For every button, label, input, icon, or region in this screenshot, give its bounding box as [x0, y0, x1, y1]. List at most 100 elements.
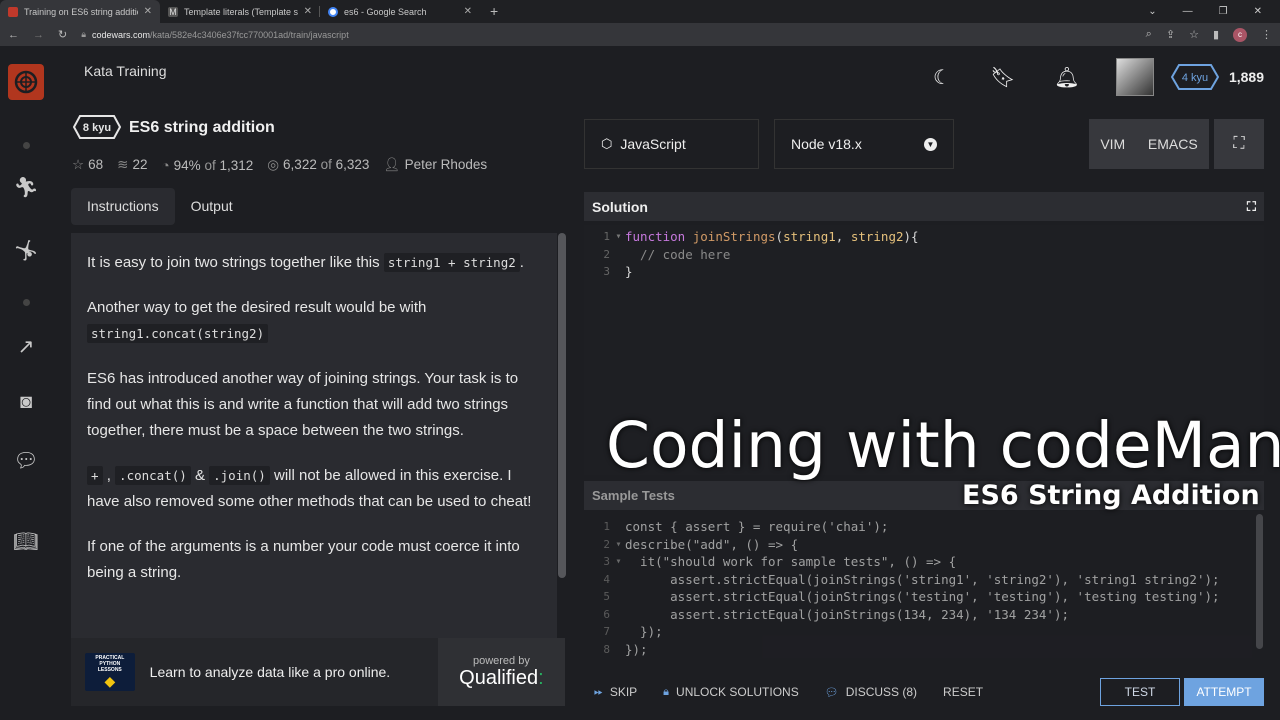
skip-button[interactable]: ⏩︎ SKIP: [594, 685, 637, 699]
forward-icon[interactable]: →: [33, 29, 44, 41]
dark-mode-moon-icon[interactable]: ☾: [926, 65, 958, 90]
browser-tab-3[interactable]: es6 - Google Search ✕: [320, 0, 480, 23]
notifications-bell-icon[interactable]: 🔔︎: [1051, 65, 1083, 90]
url-path: /kata/582e4c3406e37fcc770001ad/train/jav…: [150, 29, 349, 40]
sample-tests-editor[interactable]: 1 const { assert } = require('chai'); 2 ▾ de…: [584, 518, 1252, 658]
back-icon[interactable]: ←: [8, 29, 19, 41]
inline-code: .join(): [209, 466, 270, 485]
tab-title: es6 - Google Search: [344, 6, 427, 17]
leaderboard-trend-icon[interactable]: ↗: [18, 334, 35, 359]
menu-kebab-icon[interactable]: ⋮: [1261, 28, 1272, 41]
forum-chat-icon[interactable]: 💬︎: [13, 448, 38, 473]
unlock-solutions-button[interactable]: 🔒︎ UNLOCK SOLUTIONS: [663, 685, 799, 699]
punct: ){: [903, 229, 919, 244]
python-lessons-thumbnail: PRACTICAL PYTHON LESSONS ◆: [85, 653, 135, 691]
url-field[interactable]: 🔒︎ codewars.com/kata/582e4c3406e37fcc770…: [81, 29, 348, 40]
line-number: 3: [603, 265, 610, 278]
param: string2: [850, 229, 904, 244]
user-avatar[interactable]: [1115, 58, 1154, 96]
test-code-text: assert.strictEqual(joinStrings('testing'…: [625, 589, 1220, 604]
docs-book-icon[interactable]: 📖︎: [13, 529, 38, 554]
python-logo-icon: ◆: [104, 672, 116, 689]
unlock-label: UNLOCK SOLUTIONS: [676, 685, 799, 699]
share-icon[interactable]: ⇪: [1166, 28, 1175, 41]
author-stat[interactable]: 👤︎ Peter Rhodes: [383, 157, 487, 173]
vim-mode-button[interactable]: VIM: [1100, 136, 1125, 152]
attempt-button[interactable]: ATTEMPT: [1184, 678, 1264, 706]
fold-icon[interactable]: [612, 571, 625, 589]
codewars-logo[interactable]: [8, 64, 44, 100]
instructions-scrollbar[interactable]: [558, 233, 566, 578]
line-number: 5: [603, 590, 610, 603]
browser-tab-2[interactable]: M Template literals (Template string ✕: [160, 0, 320, 23]
test-code-line: 7 });: [584, 623, 1252, 641]
function-name: joinStrings: [692, 229, 776, 244]
test-code-line: 4 assert.strictEqual(joinStrings('string…: [584, 571, 1252, 589]
expand-editor-icon[interactable]: ⛶: [1247, 199, 1256, 215]
training-nav-icon[interactable]: 🏃︎: [13, 175, 38, 200]
satisfaction-votes: 1,312: [219, 157, 254, 173]
line-number: 2: [603, 247, 610, 261]
discord-icon[interactable]: ◙: [20, 391, 32, 414]
zoom-icon[interactable]: ⌕: [1146, 28, 1152, 41]
fold-icon[interactable]: [612, 623, 625, 641]
code-line: 3 }: [584, 263, 1264, 281]
line-number: 8: [603, 642, 610, 656]
bookmark-star-icon[interactable]: ☆: [1189, 28, 1199, 41]
close-tab-icon[interactable]: ✕: [464, 6, 472, 17]
satisfaction-stat[interactable]: ◔ 94% of 1,312: [161, 158, 253, 173]
practice-nav-icon[interactable]: 🤸︎: [13, 238, 38, 263]
stars-stat[interactable]: ☆ 68: [72, 157, 103, 173]
collections-stat[interactable]: ≋ 22: [117, 157, 147, 173]
minimize-icon[interactable]: —: [1183, 6, 1193, 17]
completed-count: 6,322: [283, 157, 317, 172]
tab-title: Template literals (Template string: [184, 6, 298, 17]
runtime-select[interactable]: Node v18.x ▼: [774, 119, 954, 169]
instruction-tabs: Instructions Output: [71, 188, 249, 225]
discuss-button[interactable]: 💬︎ DISCUSS (8): [825, 685, 917, 699]
test-code-text: it("should work for sample tests", () =>…: [625, 554, 957, 569]
browser-tab-1[interactable]: Training on ES6 string addition | ✕: [0, 0, 160, 23]
video-overlay-subtitle: ES6 String Addition: [962, 480, 1260, 511]
fold-icon[interactable]: [612, 641, 625, 659]
javascript-hex-icon: ⬡: [601, 136, 613, 151]
powered-by-label: powered by: [472, 654, 530, 667]
emacs-mode-button[interactable]: EMACS: [1148, 136, 1198, 152]
bookmarks-icon[interactable]: 🔖︎: [987, 65, 1019, 90]
text: &: [190, 467, 210, 484]
sidebar-icon[interactable]: ▮: [1213, 28, 1219, 41]
language-selector[interactable]: ⬡ JavaScript: [584, 119, 759, 169]
test-button[interactable]: TEST: [1100, 678, 1180, 706]
new-tab-button[interactable]: +: [480, 0, 508, 23]
fold-icon[interactable]: ▾: [612, 228, 625, 246]
reload-icon[interactable]: ↻: [58, 28, 67, 41]
promo-banner[interactable]: PRACTICAL PYTHON LESSONS ◆ Learn to anal…: [71, 638, 565, 706]
sample-tests-title: Sample Tests: [592, 488, 675, 503]
qualified-badge[interactable]: powered by Qualified:: [437, 638, 565, 706]
tab-output[interactable]: Output: [175, 188, 249, 225]
profile-avatar[interactable]: c: [1233, 27, 1247, 42]
test-code-text: assert.strictEqual(joinStrings(134, 234)…: [625, 606, 1070, 622]
test-code-line: 8});: [584, 641, 1252, 659]
fullscreen-button[interactable]: ⛶: [1214, 119, 1264, 169]
close-tab-icon[interactable]: ✕: [144, 6, 152, 17]
fold-icon[interactable]: [612, 606, 625, 624]
fold-icon[interactable]: [612, 588, 625, 606]
promo-text: Learn to analyze data like a pro online.: [149, 664, 391, 680]
text: .: [519, 254, 524, 271]
tests-scrollbar[interactable]: [1256, 514, 1263, 649]
fold-icon[interactable]: ▾: [612, 553, 625, 571]
close-tab-icon[interactable]: ✕: [304, 6, 312, 17]
test-code-line: 2 ▾ describe("add", () => {: [584, 536, 1252, 554]
reset-button[interactable]: RESET: [943, 685, 983, 699]
fold-icon[interactable]: ▾: [612, 536, 625, 554]
fold-icon[interactable]: [612, 518, 625, 536]
url-domain: codewars.com: [92, 29, 151, 40]
left-nav-rail: 🏃︎ 🤸︎ ↗ ◙ 💬︎ 📖︎: [0, 46, 52, 720]
restore-icon[interactable]: ❐: [1219, 6, 1228, 17]
completed-stat[interactable]: ◎ 6,322 of 6,323: [267, 157, 369, 173]
tab-search-icon[interactable]: ⌄: [1148, 6, 1156, 17]
close-window-icon[interactable]: ✕: [1254, 6, 1262, 17]
code-text: }: [625, 264, 633, 279]
tab-instructions[interactable]: Instructions: [71, 188, 175, 225]
